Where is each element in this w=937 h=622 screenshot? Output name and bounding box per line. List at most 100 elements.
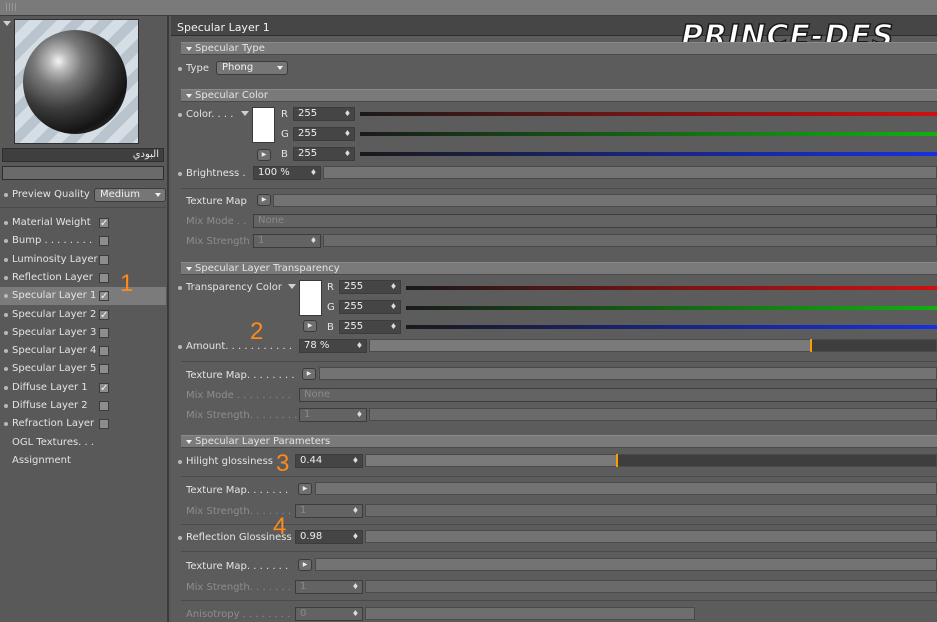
animation-dot-icon[interactable] (178, 113, 182, 117)
channel-item[interactable]: Specular Layer 4 (0, 342, 166, 360)
brightness-input[interactable]: 100 % ♦ (253, 166, 321, 180)
animation-dot-icon[interactable] (4, 294, 8, 299)
r-input[interactable]: 255 ♦ (293, 107, 355, 121)
texture-map-field[interactable] (319, 367, 937, 380)
animation-dot-icon[interactable] (4, 221, 8, 225)
animation-dot-icon[interactable] (4, 385, 8, 390)
texture-map-field[interactable] (315, 558, 937, 571)
animation-dot-icon[interactable] (178, 172, 182, 176)
spinner-icon[interactable]: ♦ (344, 108, 351, 120)
channel-item[interactable]: Diffuse Layer 1 ✓ (0, 379, 166, 397)
spinner-icon[interactable]: ♦ (390, 281, 397, 293)
animation-dot-icon[interactable] (4, 349, 8, 354)
spinner-icon[interactable]: ♦ (344, 128, 351, 140)
channel-item[interactable]: Diffuse Layer 2 (0, 397, 166, 415)
color-picker-button[interactable]: ▶ (257, 149, 271, 161)
animation-dot-icon[interactable] (178, 67, 182, 71)
animation-dot-icon[interactable] (4, 275, 8, 280)
color-menu-triangle-icon[interactable] (288, 284, 296, 289)
section-header-specular-color[interactable]: Specular Color (181, 89, 937, 102)
section-header-parameters[interactable]: Specular Layer Parameters (181, 435, 937, 448)
title-bar[interactable] (0, 0, 937, 16)
animation-dot-icon[interactable] (178, 286, 182, 290)
channel-checkbox[interactable] (99, 236, 109, 247)
b-slider[interactable] (360, 152, 937, 156)
r-slider[interactable] (406, 286, 937, 290)
texture-map-field[interactable] (315, 482, 937, 495)
specular-type-dropdown[interactable]: Phong (216, 61, 288, 75)
channel-checkbox[interactable]: ✓ (99, 218, 109, 229)
hilight-glossiness-input[interactable]: 0.44 ♦ (295, 454, 363, 468)
brightness-slider[interactable] (323, 166, 937, 179)
channel-checkbox[interactable] (99, 419, 109, 430)
color-picker-button[interactable]: ▶ (303, 320, 317, 332)
r-input[interactable]: 255 ♦ (339, 280, 401, 294)
b-input[interactable]: 255 ♦ (339, 320, 401, 334)
channel-checkbox[interactable] (99, 401, 109, 411)
section-header-transparency[interactable]: Specular Layer Transparency (181, 262, 937, 275)
preview-quality-dropdown[interactable]: Medium (94, 188, 166, 202)
channel-checkbox[interactable] (99, 327, 109, 338)
material-name-field-secondary[interactable] (2, 166, 164, 180)
texture-map-button[interactable]: ▶ (257, 194, 271, 206)
spinner-icon[interactable]: ♦ (344, 148, 351, 160)
animation-dot-icon[interactable] (178, 460, 182, 464)
material-preview[interactable] (14, 19, 139, 144)
animation-dot-icon[interactable] (4, 422, 8, 427)
texture-map-field[interactable] (273, 194, 937, 207)
channel-item[interactable]: OGL Textures. . . (0, 434, 166, 452)
collapse-triangle-icon[interactable] (3, 21, 11, 26)
animation-dot-icon[interactable] (4, 312, 8, 317)
spinner-icon[interactable]: ♦ (310, 167, 317, 179)
b-input[interactable]: 255 ♦ (293, 147, 355, 161)
animation-dot-icon[interactable] (4, 257, 8, 262)
g-slider[interactable] (360, 132, 937, 136)
spinner-icon[interactable]: ♦ (356, 340, 363, 352)
reflection-glossiness-input[interactable]: 0.98 ♦ (295, 530, 363, 544)
channel-item[interactable]: Material Weight ✓ (0, 214, 166, 232)
channel-item[interactable]: Refraction Layer (0, 415, 166, 433)
spinner-icon[interactable]: ♦ (352, 531, 359, 543)
texture-map-button[interactable]: ▶ (302, 368, 316, 380)
transparency-color-swatch[interactable] (299, 280, 322, 316)
channel-item[interactable]: Specular Layer 5 (0, 360, 166, 378)
amount-slider-handle[interactable] (810, 339, 812, 352)
channel-checkbox[interactable]: ✓ (99, 309, 109, 320)
g-input[interactable]: 255 ♦ (293, 127, 355, 141)
channel-checkbox[interactable] (99, 254, 109, 265)
texture-map-button[interactable]: ▶ (298, 559, 312, 571)
channel-item[interactable]: Luminosity Layer (0, 251, 166, 269)
animation-dot-icon[interactable] (4, 330, 8, 335)
spinner-icon[interactable]: ♦ (390, 301, 397, 313)
color-menu-triangle-icon[interactable] (241, 111, 249, 116)
channel-checkbox[interactable] (99, 346, 109, 357)
channel-item[interactable]: Assignment (0, 452, 166, 470)
g-slider[interactable] (406, 306, 937, 310)
grip-icon[interactable] (6, 3, 16, 11)
texture-map-button[interactable]: ▶ (298, 483, 312, 495)
hilight-glossiness-slider[interactable] (365, 454, 937, 467)
g-input[interactable]: 255 ♦ (339, 300, 401, 314)
material-name-field[interactable]: البودي (2, 148, 164, 162)
channel-checkbox[interactable] (99, 272, 109, 283)
b-slider[interactable] (406, 325, 937, 329)
channel-item[interactable]: Specular Layer 3 (0, 324, 166, 342)
animation-dot-icon[interactable] (178, 345, 182, 349)
channel-checkbox[interactable]: ✓ (99, 291, 109, 302)
channel-checkbox[interactable]: ✓ (99, 382, 109, 393)
channel-item[interactable]: Specular Layer 1 ✓ (0, 287, 166, 306)
channel-item[interactable]: Bump . . . . . . . . (0, 232, 166, 250)
channel-checkbox[interactable] (99, 364, 109, 375)
spinner-icon[interactable]: ♦ (390, 321, 397, 333)
reflection-glossiness-slider[interactable] (365, 530, 937, 543)
spinner-icon[interactable]: ♦ (352, 455, 359, 467)
channel-item[interactable]: Reflection Layer (0, 269, 166, 287)
specular-color-swatch[interactable] (252, 107, 275, 143)
animation-dot-icon[interactable] (4, 239, 8, 244)
hilight-slider-handle[interactable] (616, 454, 618, 467)
animation-dot-icon[interactable] (4, 404, 8, 408)
r-slider[interactable] (360, 112, 937, 116)
animation-dot-icon[interactable] (178, 536, 182, 540)
channel-item[interactable]: Specular Layer 2 ✓ (0, 306, 166, 324)
amount-input[interactable]: 78 % ♦ (299, 339, 367, 353)
